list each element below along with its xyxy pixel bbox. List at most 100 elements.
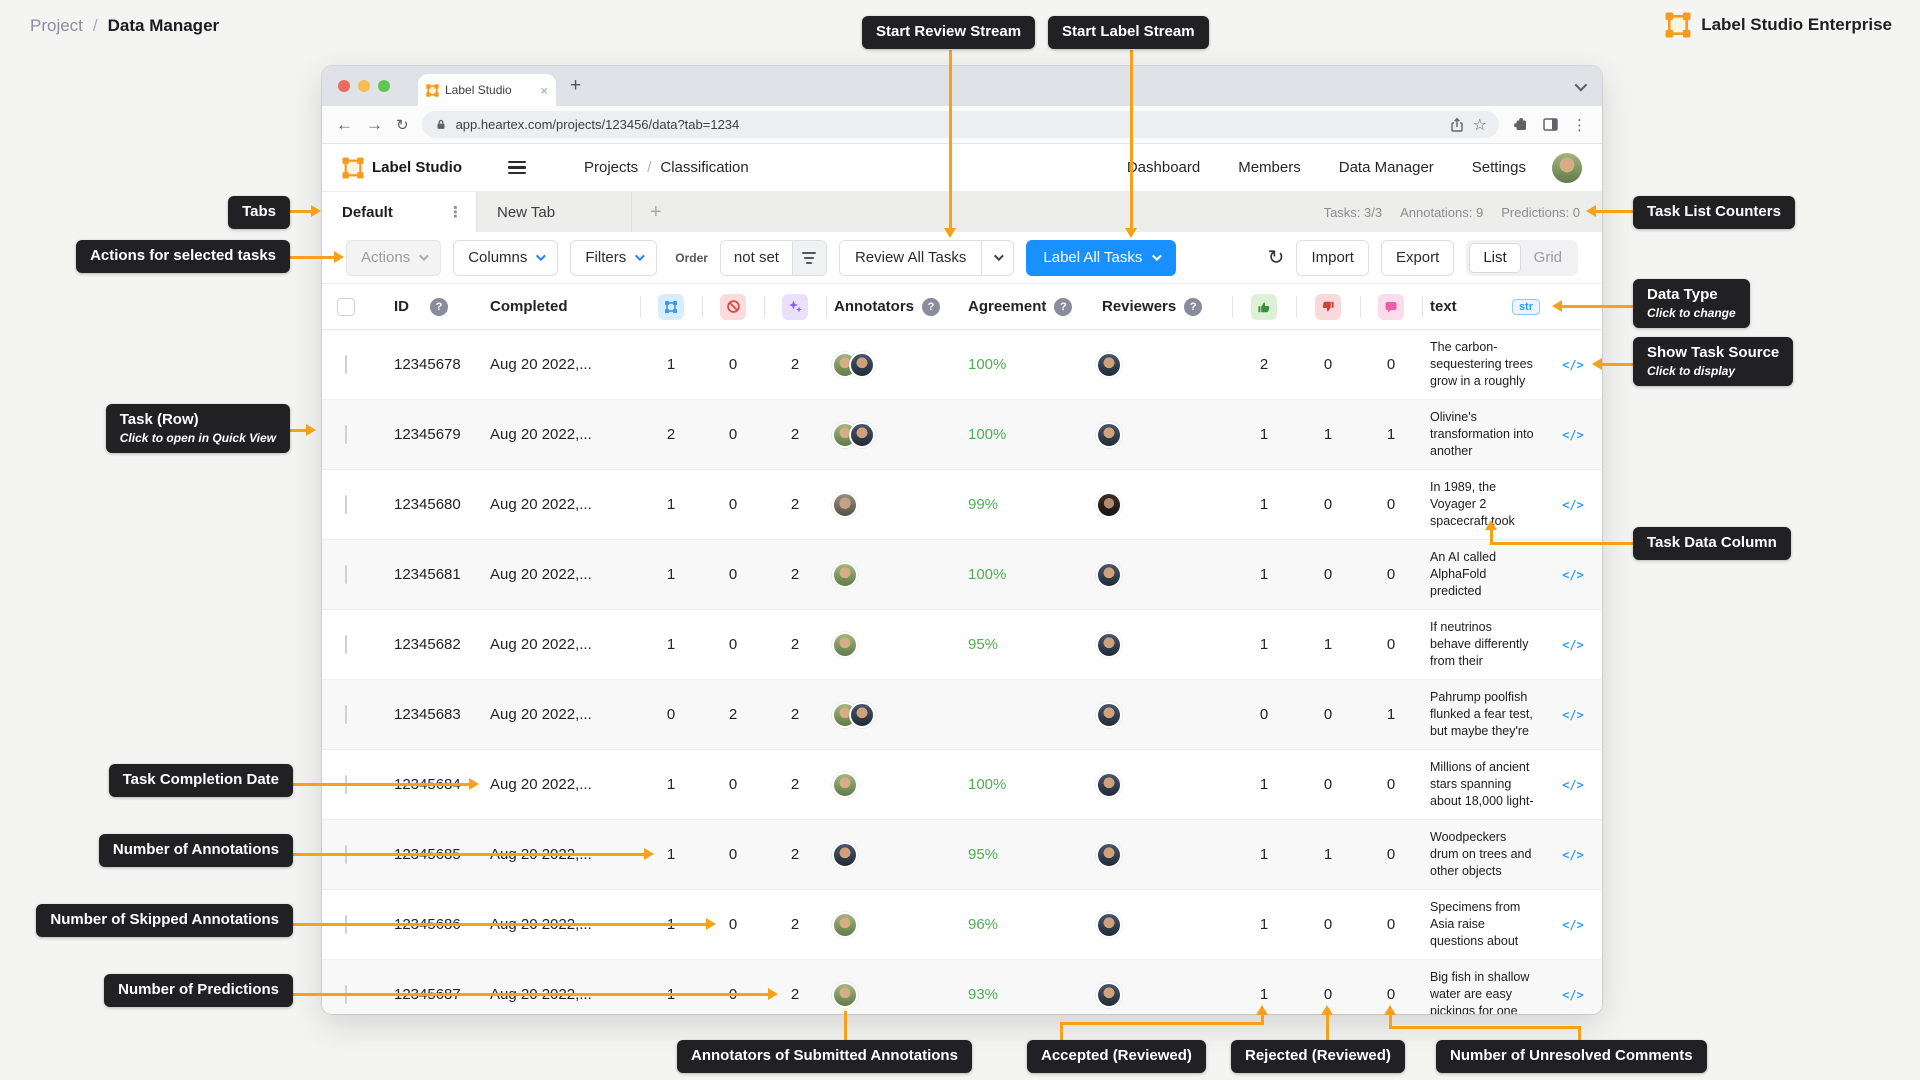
address-bar[interactable]: app.heartex.com/projects/123456/data?tab… — [422, 111, 1499, 138]
show-source-icon[interactable]: </> — [1562, 708, 1584, 722]
traffic-zoom-icon[interactable] — [378, 80, 390, 92]
cell-text[interactable]: If neutrinos behave differently from the… — [1422, 619, 1544, 669]
export-button[interactable]: Export — [1381, 240, 1454, 276]
header-annotations-count[interactable] — [640, 284, 702, 329]
task-row[interactable]: 12345683Aug 20 2022,...022001Pahrump poo… — [322, 680, 1602, 750]
annotator-avatar[interactable] — [832, 562, 858, 588]
header-checkbox-cell[interactable] — [322, 284, 370, 329]
header-text-column[interactable]: text str — [1422, 284, 1544, 329]
sort-icon[interactable] — [792, 241, 826, 275]
help-icon[interactable]: ? — [922, 298, 940, 316]
select-all-checkbox[interactable] — [337, 298, 355, 316]
reviewer-avatar[interactable] — [1096, 562, 1122, 588]
filters-button[interactable]: Filters — [570, 240, 657, 276]
header-id[interactable]: ID — [370, 284, 430, 329]
row-checkbox[interactable] — [345, 565, 347, 584]
cell-text[interactable]: Big fish in shallow water are easy picki… — [1422, 969, 1544, 1014]
browser-tab[interactable]: Label Studio × — [418, 74, 556, 106]
task-row[interactable]: 12345682Aug 20 2022,...10295%110If neutr… — [322, 610, 1602, 680]
show-source-icon[interactable]: </> — [1562, 988, 1584, 1002]
header-comments[interactable] — [1360, 284, 1422, 329]
annotator-avatar[interactable] — [832, 772, 858, 798]
cell-text[interactable]: Millions of ancient stars spanning about… — [1422, 759, 1544, 809]
user-avatar[interactable] — [1552, 153, 1582, 183]
tab-close-icon[interactable]: × — [540, 83, 548, 98]
refresh-icon[interactable]: ↻ — [1268, 248, 1285, 268]
cell-text[interactable]: The carbon-sequestering trees grow in a … — [1422, 339, 1544, 389]
show-source-icon[interactable]: </> — [1562, 918, 1584, 932]
header-agreement[interactable]: Agreement ? — [952, 284, 1092, 329]
tab-default[interactable]: Default ⋮ — [322, 192, 477, 232]
show-source-icon[interactable]: </> — [1562, 498, 1584, 512]
label-all-tasks-button[interactable]: Label All Tasks — [1026, 240, 1176, 276]
row-checkbox[interactable] — [345, 425, 347, 444]
annotator-avatar[interactable] — [832, 632, 858, 658]
reviewer-avatar[interactable] — [1096, 352, 1122, 378]
review-dropdown-segment[interactable] — [981, 241, 1013, 275]
task-row[interactable]: 12345687Aug 20 2022,...10293%100Big fish… — [322, 960, 1602, 1014]
import-button[interactable]: Import — [1296, 240, 1369, 276]
show-source-icon[interactable]: </> — [1562, 358, 1584, 372]
reload-icon[interactable]: ↻ — [396, 116, 409, 134]
order-control[interactable]: not set — [720, 240, 827, 276]
task-row[interactable]: 12345679Aug 20 2022,...202100%111Olivine… — [322, 400, 1602, 470]
cell-text[interactable]: Specimens from Asia raise questions abou… — [1422, 899, 1544, 949]
help-icon[interactable]: ? — [1184, 298, 1202, 316]
breadcrumb-projects[interactable]: Projects — [584, 159, 638, 176]
reviewer-avatar[interactable] — [1096, 912, 1122, 938]
show-source-icon[interactable]: </> — [1562, 848, 1584, 862]
columns-button[interactable]: Columns — [453, 240, 558, 276]
annotator-avatar[interactable] — [832, 842, 858, 868]
review-all-tasks-button[interactable]: Review All Tasks — [839, 240, 1014, 276]
header-completed[interactable]: Completed — [470, 284, 640, 329]
row-checkbox[interactable] — [345, 495, 347, 514]
show-source-icon[interactable]: </> — [1562, 778, 1584, 792]
annotator-avatar[interactable] — [849, 352, 875, 378]
grid-view-button[interactable]: Grid — [1521, 243, 1575, 273]
app-logo-icon[interactable] — [342, 157, 364, 179]
show-source-icon[interactable]: </> — [1562, 568, 1584, 582]
browser-menu-icon[interactable]: ⋮ — [1572, 116, 1588, 134]
add-tab-icon[interactable]: + — [650, 201, 662, 224]
traffic-minimize-icon[interactable] — [358, 80, 370, 92]
cell-text[interactable]: Woodpeckers drum on trees and other obje… — [1422, 829, 1544, 879]
list-view-button[interactable]: List — [1469, 243, 1520, 273]
annotator-avatar[interactable] — [849, 422, 875, 448]
header-reviewers[interactable]: Reviewers ? — [1092, 284, 1232, 329]
breadcrumb-project[interactable]: Project — [30, 16, 83, 36]
header-annotators[interactable]: Annotators ? — [826, 284, 952, 329]
header-rejected[interactable] — [1296, 284, 1360, 329]
help-icon[interactable]: ? — [430, 298, 448, 316]
bookmark-star-icon[interactable]: ☆ — [1473, 115, 1487, 135]
new-tab-icon[interactable]: + — [570, 75, 581, 97]
tab-new-tab[interactable]: New Tab — [477, 192, 632, 232]
show-source-icon[interactable]: </> — [1562, 638, 1584, 652]
header-skipped-count[interactable] — [702, 284, 764, 329]
header-accepted[interactable] — [1232, 284, 1296, 329]
hamburger-menu-icon[interactable] — [508, 161, 526, 175]
reviewer-avatar[interactable] — [1096, 632, 1122, 658]
reviewer-avatar[interactable] — [1096, 702, 1122, 728]
tab-search-chevron-icon[interactable] — [1575, 78, 1588, 91]
show-source-icon[interactable]: </> — [1562, 428, 1584, 442]
annotator-avatar[interactable] — [832, 912, 858, 938]
annotator-avatar[interactable] — [832, 982, 858, 1008]
task-row[interactable]: 12345678Aug 20 2022,...102100%200The car… — [322, 330, 1602, 400]
header-id-help[interactable]: ? — [430, 284, 470, 329]
nav-settings[interactable]: Settings — [1472, 159, 1526, 176]
actions-button[interactable]: Actions — [346, 240, 441, 276]
cell-text[interactable]: In 1989, the Voyager 2 spacecraft took — [1422, 479, 1544, 529]
reviewer-avatar[interactable] — [1096, 492, 1122, 518]
header-predictions-count[interactable] — [764, 284, 826, 329]
annotator-avatar[interactable] — [849, 702, 875, 728]
reviewer-avatar[interactable] — [1096, 982, 1122, 1008]
back-icon[interactable]: ← — [336, 116, 353, 133]
traffic-close-icon[interactable] — [338, 80, 350, 92]
nav-dashboard[interactable]: Dashboard — [1127, 159, 1200, 176]
cell-text[interactable]: Olivine's transformation into another — [1422, 409, 1544, 459]
cell-text[interactable]: An AI called AlphaFold predicted — [1422, 549, 1544, 599]
share-icon[interactable] — [1449, 117, 1465, 133]
row-checkbox[interactable] — [345, 635, 347, 654]
nav-members[interactable]: Members — [1238, 159, 1301, 176]
task-row[interactable]: 12345681Aug 20 2022,...102100%100An AI c… — [322, 540, 1602, 610]
